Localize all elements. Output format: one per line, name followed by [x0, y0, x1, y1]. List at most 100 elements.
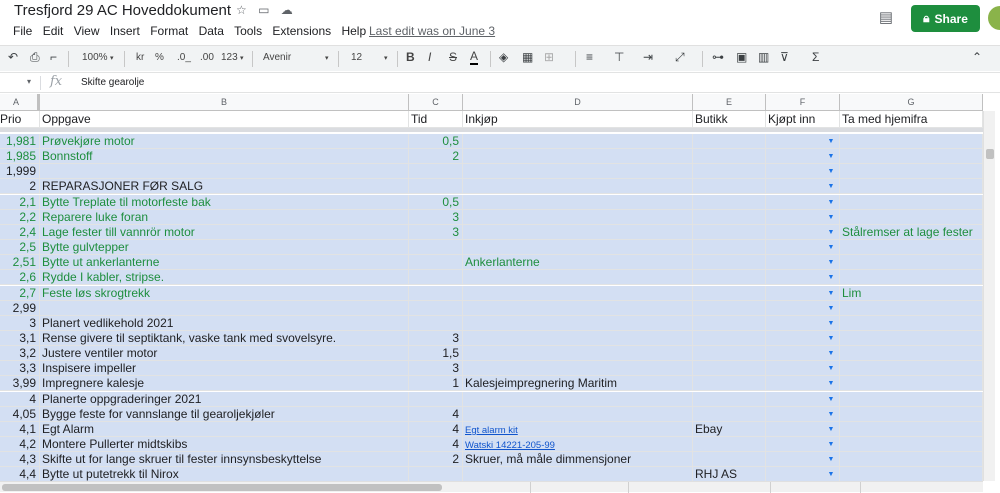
- horizontal-scrollbar[interactable]: [0, 481, 983, 493]
- header-butikk[interactable]: Butikk: [693, 111, 766, 128]
- dropdown-arrow-icon[interactable]: ▼: [826, 210, 836, 225]
- cell-inkjop[interactable]: [463, 407, 693, 422]
- zoom-select[interactable]: 100%: [82, 52, 108, 63]
- cell-task[interactable]: Skifte ut for lange skruer til fester in…: [40, 452, 409, 467]
- cell-tamed[interactable]: [840, 316, 983, 331]
- cell-tid[interactable]: 0,5: [409, 134, 463, 149]
- cell-tamed[interactable]: [840, 407, 983, 422]
- cell-prio[interactable]: 4,4: [0, 467, 40, 482]
- cell-task[interactable]: [40, 301, 409, 316]
- cell-butikk[interactable]: [693, 452, 766, 467]
- dropdown-arrow-icon[interactable]: ▼: [826, 376, 836, 391]
- cell-tid[interactable]: [409, 164, 463, 179]
- cell-tid[interactable]: [409, 240, 463, 255]
- cell-prio[interactable]: 4,3: [0, 452, 40, 467]
- cell-inkjop[interactable]: [463, 225, 693, 240]
- print-icon[interactable]: ⎙: [30, 50, 40, 65]
- percent-button[interactable]: %: [155, 52, 164, 63]
- formula-input[interactable]: Skifte gearolje: [81, 77, 144, 88]
- column-header-c[interactable]: C: [409, 94, 463, 111]
- cell-inkjop[interactable]: [463, 286, 693, 301]
- cell-inkjop[interactable]: Egt alarm kit: [463, 422, 693, 437]
- cell-prio[interactable]: 3,2: [0, 346, 40, 361]
- cell-task[interactable]: Montere Pullerter midtskibs: [40, 437, 409, 452]
- cell-inkjop[interactable]: [463, 270, 693, 285]
- header-tid[interactable]: Tid: [409, 111, 463, 128]
- cell-task[interactable]: Bygge feste for vannslange til gearoljek…: [40, 407, 409, 422]
- cell-task[interactable]: Bytte ut putetrekk til Nirox: [40, 467, 409, 482]
- cell-tid[interactable]: [409, 467, 463, 482]
- folder-move-icon[interactable]: ▭: [258, 3, 269, 17]
- cell-prio[interactable]: 2,6: [0, 270, 40, 285]
- cell-task[interactable]: Planert vedlikehold 2021: [40, 316, 409, 331]
- cell-tamed[interactable]: Stålremser at lage fester: [840, 225, 983, 240]
- cell-butikk[interactable]: [693, 240, 766, 255]
- cell-tid[interactable]: 0,5: [409, 195, 463, 210]
- cell-tamed[interactable]: [840, 164, 983, 179]
- cell-butikk[interactable]: [693, 346, 766, 361]
- menu-help[interactable]: Help: [341, 24, 366, 38]
- cell-tid[interactable]: 1,5: [409, 346, 463, 361]
- chevron-down-icon[interactable]: ▾: [240, 54, 244, 62]
- dropdown-arrow-icon[interactable]: ▼: [826, 179, 836, 194]
- vertical-scroll-thumb[interactable]: [986, 149, 994, 159]
- menu-extensions[interactable]: Extensions: [272, 24, 331, 38]
- strikethrough-button[interactable]: S: [449, 50, 457, 64]
- dropdown-arrow-icon[interactable]: ▼: [826, 301, 836, 316]
- cell-prio[interactable]: 1,981: [0, 134, 40, 149]
- cell-prio[interactable]: 1,985: [0, 149, 40, 164]
- cell-task[interactable]: Rydde I kabler, stripse.: [40, 270, 409, 285]
- column-header-d[interactable]: D: [463, 94, 693, 111]
- dropdown-arrow-icon[interactable]: ▼: [826, 467, 836, 482]
- dropdown-arrow-icon[interactable]: ▼: [826, 346, 836, 361]
- text-wrap-icon[interactable]: ⇥: [643, 50, 653, 64]
- cell-task[interactable]: Justere ventiler motor: [40, 346, 409, 361]
- cell-butikk[interactable]: [693, 361, 766, 376]
- vertical-align-icon[interactable]: ⊤: [614, 50, 624, 64]
- cell-inkjop[interactable]: [463, 195, 693, 210]
- dropdown-arrow-icon[interactable]: ▼: [826, 437, 836, 452]
- dropdown-arrow-icon[interactable]: ▼: [826, 149, 836, 164]
- cell-prio[interactable]: 3: [0, 316, 40, 331]
- cell-tid[interactable]: 3: [409, 361, 463, 376]
- cell-inkjop[interactable]: [463, 331, 693, 346]
- cell-butikk[interactable]: [693, 195, 766, 210]
- cell-butikk[interactable]: RHJ AS: [693, 467, 766, 482]
- purchase-link[interactable]: Watski 14221-205-99: [465, 440, 555, 451]
- dropdown-arrow-icon[interactable]: ▼: [826, 240, 836, 255]
- cell-tid[interactable]: 3: [409, 210, 463, 225]
- text-rotation-icon[interactable]: ⤢: [675, 50, 685, 65]
- dropdown-arrow-icon[interactable]: ▼: [826, 255, 836, 270]
- cell-tid[interactable]: [409, 316, 463, 331]
- cell-tid[interactable]: [409, 392, 463, 407]
- chevron-down-icon[interactable]: ▾: [110, 54, 114, 62]
- cell-task[interactable]: Feste løs skrogtrekk: [40, 286, 409, 301]
- share-button[interactable]: 🔒︎ Share: [911, 5, 980, 32]
- cell-tamed[interactable]: Lim: [840, 286, 983, 301]
- header-inkjop[interactable]: Inkjøp: [463, 111, 693, 128]
- star-icon[interactable]: ☆: [236, 3, 247, 17]
- fill-color-icon[interactable]: ◈: [499, 50, 508, 64]
- menu-data[interactable]: Data: [199, 24, 224, 38]
- cell-inkjop[interactable]: [463, 392, 693, 407]
- cell-butikk[interactable]: [693, 270, 766, 285]
- cell-butikk[interactable]: [693, 225, 766, 240]
- cell-inkjop[interactable]: Kalesjeimpregnering Maritim: [463, 376, 693, 391]
- cell-tid[interactable]: 3: [409, 331, 463, 346]
- name-box-dropdown-icon[interactable]: ▾: [27, 77, 31, 86]
- cell-butikk[interactable]: [693, 376, 766, 391]
- horizontal-scroll-thumb[interactable]: [2, 484, 442, 491]
- cell-tamed[interactable]: [840, 331, 983, 346]
- cell-tid[interactable]: 1: [409, 376, 463, 391]
- last-edit-link[interactable]: Last edit was on June 3: [369, 24, 495, 38]
- cell-inkjop[interactable]: [463, 301, 693, 316]
- menu-file[interactable]: File: [13, 24, 32, 38]
- cell-task[interactable]: Impregnere kalesje: [40, 376, 409, 391]
- cell-tid[interactable]: [409, 179, 463, 194]
- cell-prio[interactable]: 4,05: [0, 407, 40, 422]
- column-header-g[interactable]: G: [840, 94, 983, 111]
- cell-butikk[interactable]: [693, 286, 766, 301]
- cell-task[interactable]: Reparere luke foran: [40, 210, 409, 225]
- cell-inkjop[interactable]: [463, 467, 693, 482]
- currency-button[interactable]: kr: [136, 52, 144, 63]
